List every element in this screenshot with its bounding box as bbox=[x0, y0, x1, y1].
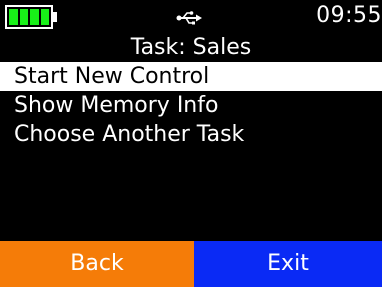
device-screen: 09:55 Task: Sales Start New Control Show… bbox=[0, 0, 382, 287]
page-title: Task: Sales bbox=[130, 35, 252, 60]
battery-full-icon bbox=[5, 5, 53, 29]
softkey-bar: Back Exit bbox=[0, 241, 382, 287]
battery-cell bbox=[40, 9, 49, 25]
battery-cell bbox=[9, 9, 18, 25]
back-button[interactable]: Back bbox=[0, 241, 194, 287]
status-bar: 09:55 bbox=[0, 0, 382, 36]
menu-item-start-new-control[interactable]: Start New Control bbox=[0, 62, 382, 91]
task-menu: Start New Control Show Memory Info Choos… bbox=[0, 62, 382, 149]
menu-item-choose-another-task[interactable]: Choose Another Task bbox=[0, 120, 382, 149]
battery-cell bbox=[30, 9, 39, 25]
exit-button[interactable]: Exit bbox=[194, 241, 382, 287]
battery-tip bbox=[53, 12, 57, 22]
menu-item-show-memory-info[interactable]: Show Memory Info bbox=[0, 91, 382, 120]
clock: 09:55 bbox=[316, 3, 382, 28]
usb-icon bbox=[176, 11, 202, 25]
battery-cell bbox=[19, 9, 28, 25]
